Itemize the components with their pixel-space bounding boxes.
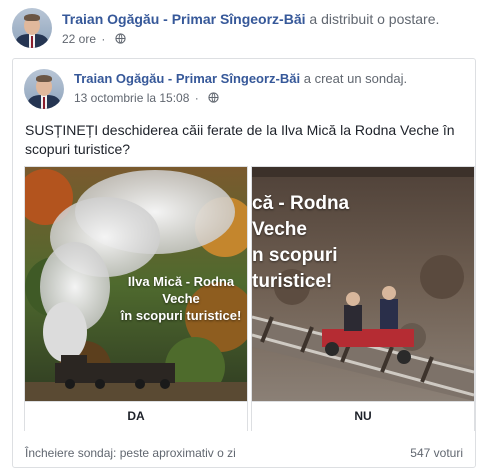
poll-option-image[interactable]: că - Rodna Veche n scopuri turistice! [252,167,474,401]
avatar[interactable] [24,69,64,109]
option-image-caption: Ilva Mică - Rodna Veche în scopuri turis… [120,274,242,323]
post-timestamp[interactable]: 13 octombrie la 15:08 [74,91,189,105]
poll-vote-count[interactable]: 547 voturi [410,446,463,460]
meta-separator: · [101,32,106,46]
share-author-link[interactable]: Traian Ogăgău - Primar Sîngeorz-Băi [62,11,306,27]
share-header: Traian Ogăgău - Primar Sîngeorz-Băi a di… [12,8,472,50]
meta-separator: · [194,91,199,105]
poll-option-image[interactable]: Ilva Mică - Rodna Veche în scopuri turis… [25,167,247,401]
poll-question: SUSȚINEȚI deschiderea căii ferate de la … [25,122,455,157]
post-author-link[interactable]: Traian Ogăgău - Primar Sîngeorz-Băi [74,71,300,86]
share-timestamp[interactable]: 22 ore [62,32,96,46]
poll-option-da[interactable]: Ilva Mică - Rodna Veche în scopuri turis… [24,166,248,431]
poll-option-da-button[interactable]: DA [25,401,247,431]
avatar[interactable] [12,8,52,48]
globe-icon[interactable] [115,33,126,44]
share-action-text: a distribuit o postare. [309,11,440,27]
poll-option-nu[interactable]: că - Rodna Veche n scopuri turistice! NU [251,166,475,431]
option-image-caption: că - Rodna Veche n scopuri turistice! [252,193,350,292]
globe-icon[interactable] [208,92,219,103]
poll-closing-text: Încheiere sondaj: peste aproximativ o zi [25,446,236,460]
shared-post-card: Traian Ogăgău - Primar Sîngeorz-Băi a cr… [12,58,476,468]
poll-option-nu-button[interactable]: NU [252,401,474,431]
post-action-text: a creat un sondaj. [303,71,408,86]
